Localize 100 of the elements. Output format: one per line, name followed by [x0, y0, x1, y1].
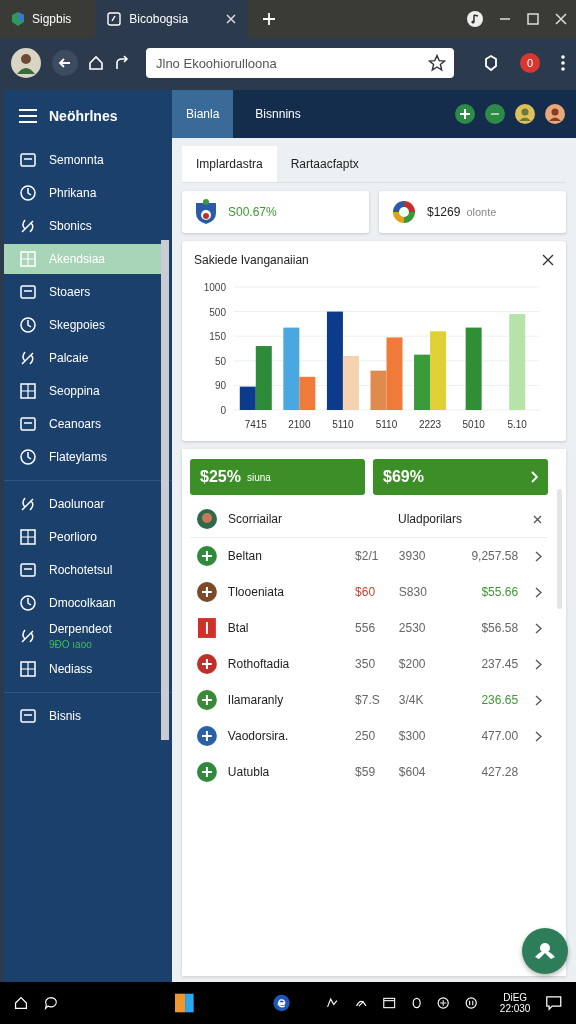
column-header: Scorriailar [228, 512, 283, 526]
action-button[interactable]: $69% [373, 459, 548, 495]
music-icon[interactable] [466, 10, 484, 28]
sidebar-item[interactable]: Seoppina [4, 376, 172, 406]
sidebar-item[interactable]: Bisnis [4, 701, 172, 731]
item-icon [19, 382, 37, 400]
menu-icon[interactable] [560, 54, 566, 72]
list-row[interactable]: Vaodorsira. 250 $300 477.00 [190, 718, 548, 754]
header-tab[interactable]: Bisnnins [241, 90, 315, 138]
person-icon [533, 941, 557, 961]
header-tab[interactable]: Bianla [172, 90, 234, 138]
item-icon [19, 561, 37, 579]
date-text: DiEG [503, 992, 528, 1003]
row-name: Uatubla [227, 765, 271, 779]
maximize-icon[interactable] [526, 12, 540, 26]
user-avatar-icon[interactable] [514, 103, 536, 125]
close-icon[interactable] [542, 254, 554, 266]
row-name: Btal [227, 621, 250, 635]
axis-label: 500 [209, 306, 226, 318]
back-button[interactable] [52, 50, 78, 76]
list-row[interactable]: Btal 556 2530 $56.58 [190, 610, 548, 646]
avatar-icon[interactable] [10, 47, 42, 79]
row-name: Rothoftadia [227, 657, 291, 671]
menu-icon[interactable] [19, 109, 37, 123]
sidebar-item[interactable]: Derpendeot 9ÐO ıaoo [4, 621, 172, 651]
axis-label: 2223 [418, 419, 442, 430]
sidebar-item[interactable]: Semonnta [4, 145, 172, 175]
logo-icon [196, 545, 218, 567]
sidebar-subtitle: 9ÐO ıaoo [49, 639, 93, 650]
new-tab-icon[interactable] [262, 12, 277, 26]
user-avatar-icon[interactable] [544, 103, 566, 125]
bar [414, 354, 431, 410]
table-cell-text: $604 [398, 765, 427, 779]
address-field[interactable]: Jlno Ekoohiorulloona [146, 48, 454, 78]
table-cell-text: $300 [398, 729, 427, 743]
list-row[interactable]: Uatubla $59 $604 427.28 [190, 754, 548, 790]
item-icon [19, 250, 37, 268]
table-cell-text: 556 [355, 621, 377, 635]
table-cell-text: 3930 [398, 549, 427, 563]
axis-label: 1000 [203, 282, 226, 293]
logo-icon [196, 761, 218, 783]
row-name: Tlooeniata [227, 585, 285, 599]
app-tile-icon[interactable] [175, 991, 195, 1015]
axis-label: 7415 [244, 419, 267, 430]
item-icon [19, 448, 37, 466]
list-row[interactable]: Ilamaranly $7.S 3/4K 236.65 [190, 682, 548, 718]
sidebar-item[interactable]: Sbonics [4, 211, 172, 241]
content-tab[interactable]: Rartaacfaptx [276, 146, 373, 182]
axis-label: 150 [209, 331, 226, 343]
scrollbar[interactable] [161, 240, 169, 740]
sidebar-item[interactable]: Dmocolkaan [4, 588, 172, 618]
home-icon[interactable] [14, 994, 28, 1012]
list-row[interactable]: Rothoftadia 350 $200 237.45 [190, 646, 548, 682]
item-icon [19, 184, 37, 202]
browser-tab[interactable]: Sigpbis [8, 0, 82, 38]
axis-label: 0 [220, 405, 226, 416]
close-icon[interactable] [533, 514, 542, 524]
axis-label: 2100 [288, 419, 311, 430]
table-cell-text: $200 [398, 657, 427, 671]
add-icon[interactable] [454, 103, 476, 125]
back-arrow-icon [58, 56, 72, 70]
logo-icon [196, 617, 218, 639]
sidebar-item[interactable]: Flateylams [4, 442, 172, 472]
table-cell-text: 237.45 [480, 657, 519, 671]
share-icon[interactable] [114, 55, 130, 71]
avatar-icon [196, 508, 218, 530]
star-icon[interactable] [428, 54, 446, 72]
sidebar-item[interactable]: Nediass [4, 654, 172, 684]
sidebar-item[interactable]: Ceanoars [4, 409, 172, 439]
table-cell-text: 427.28 [480, 765, 519, 779]
list-row[interactable]: Beltan $2/1 3930 9,257.58 [190, 538, 548, 574]
sidebar-item[interactable]: Rochotetsul [4, 555, 172, 585]
sidebar-item[interactable]: Stoaers [4, 277, 172, 307]
chat-icon[interactable] [44, 994, 58, 1012]
notification-icon[interactable] [546, 994, 562, 1012]
logo-icon [196, 653, 218, 675]
item-icon [19, 217, 37, 235]
item-icon [19, 151, 37, 169]
item-icon [19, 283, 37, 301]
notification-badge[interactable]: 0 [520, 53, 540, 73]
close-tab-icon[interactable] [226, 14, 237, 24]
table-cell-text: 236.65 [480, 693, 519, 707]
action-button[interactable]: $25% siuna [190, 459, 365, 495]
home-icon[interactable] [88, 55, 104, 71]
axis-label: 50 [214, 355, 226, 367]
window-icon[interactable] [383, 996, 396, 1010]
scrollbar[interactable] [557, 489, 562, 609]
sidebar-item[interactable]: Phrikana [4, 178, 172, 208]
content-tab[interactable]: Implardastra [182, 146, 277, 182]
sidebar-item[interactable]: Daolunoar [4, 489, 172, 519]
sidebar-item[interactable]: Palcaie [4, 343, 172, 373]
item-icon [19, 528, 37, 546]
browser-tab[interactable]: Bicobogsia [95, 0, 249, 38]
list-row[interactable]: Tlooeniata $60 S830 $55.66 [190, 574, 548, 610]
table-cell-text: 3/4K [398, 693, 425, 707]
sidebar-item[interactable]: Skegpoies [4, 310, 172, 340]
browser-icon[interactable] [272, 992, 290, 1014]
sidebar-item[interactable]: Peorlioro [4, 522, 172, 552]
tray-icon[interactable] [411, 995, 421, 1011]
table-cell-text: S830 [398, 585, 428, 599]
